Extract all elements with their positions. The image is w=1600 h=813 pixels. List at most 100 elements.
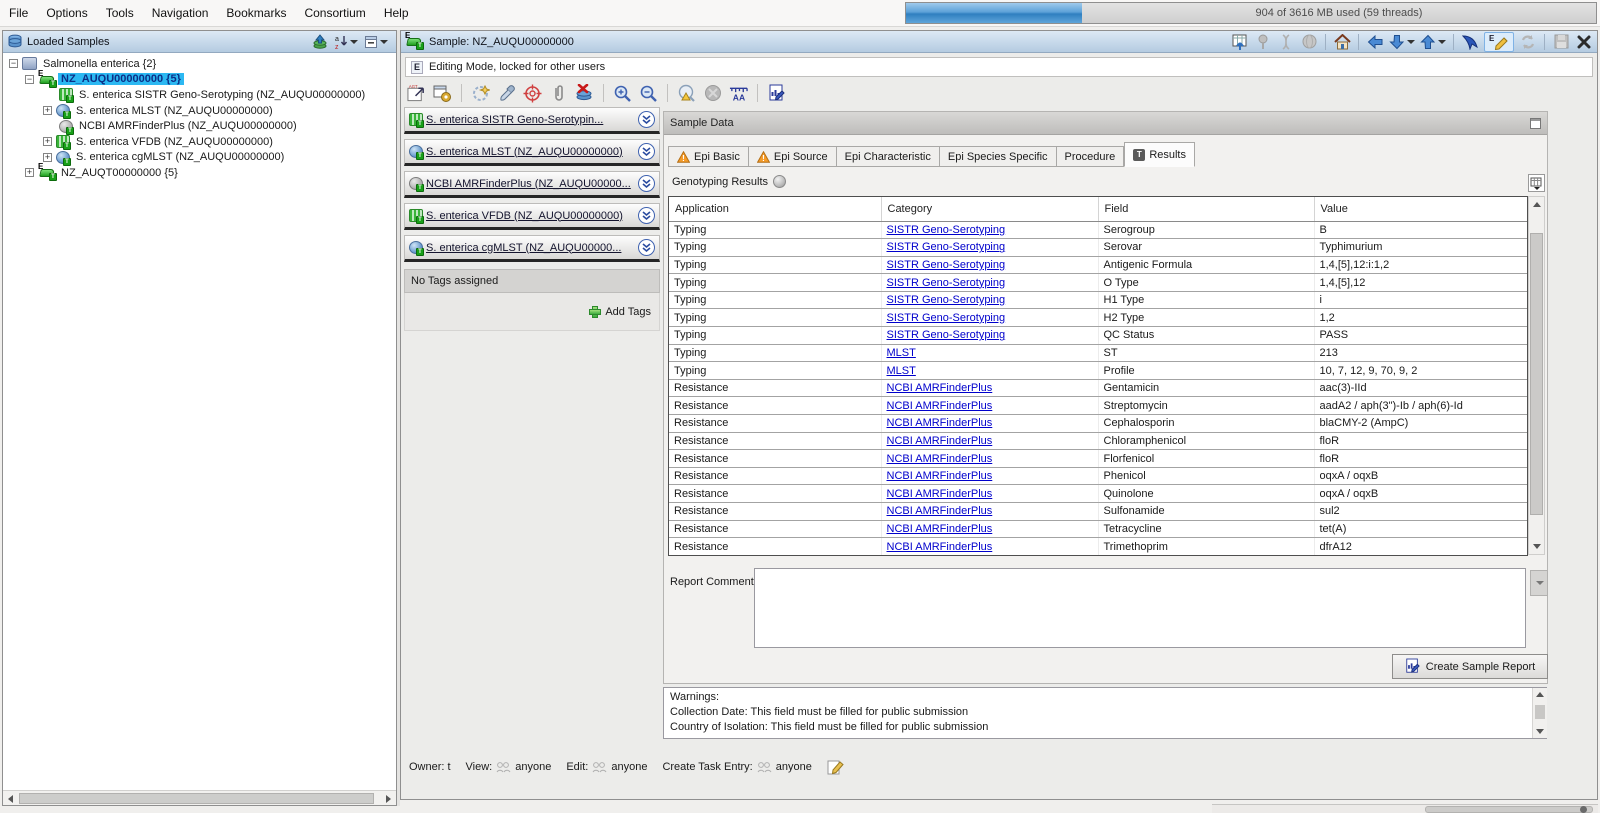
sort-button[interactable]: a z — [334, 34, 358, 50]
edit-permissions-icon[interactable] — [827, 759, 844, 775]
table-row[interactable]: ResistanceNCBI AMRFinderPlusQuinoloneoqx… — [669, 485, 1527, 503]
tree-item-cgmlst[interactable]: + T S. enterica cgMLST (NZ_AUQU00000000) — [3, 150, 396, 166]
expander-plus-icon[interactable]: + — [43, 153, 52, 162]
scrollbar-thumb[interactable] — [1425, 806, 1593, 813]
table-row[interactable]: TypingMLSTST213 — [669, 344, 1527, 362]
close-icon[interactable] — [1575, 33, 1593, 50]
task-entry-link[interactable]: S. enterica MLST (NZ_AUQU00000000) — [426, 146, 638, 158]
table-row[interactable]: TypingSISTR Geno-SerotypingAntigenic For… — [669, 256, 1527, 274]
recompute-icon[interactable] — [471, 84, 490, 103]
tab-procedure[interactable]: Procedure — [1057, 146, 1125, 167]
down-arrow-button[interactable] — [1389, 33, 1415, 50]
goto-icon[interactable] — [1461, 33, 1479, 50]
expand-task-button[interactable] — [638, 111, 655, 128]
menu-options[interactable]: Options — [37, 0, 96, 25]
expand-task-button[interactable] — [638, 207, 655, 224]
expander-plus-icon[interactable]: + — [25, 168, 34, 177]
export-sequences-icon[interactable]: AGT — [407, 84, 426, 103]
table-row[interactable]: ResistanceNCBI AMRFinderPlusTetracycline… — [669, 520, 1527, 538]
category-link[interactable]: NCBI AMRFinderPlus — [887, 382, 993, 394]
expander-plus-icon[interactable]: + — [43, 106, 52, 115]
scroll-up-icon[interactable] — [1533, 202, 1541, 207]
back-arrow-icon[interactable] — [1366, 33, 1384, 50]
table-row[interactable]: ResistanceNCBI AMRFinderPlusCephalospori… — [669, 415, 1527, 433]
left-horizontal-scrollbar[interactable] — [3, 790, 396, 805]
bottom-horizontal-scrollbar[interactable] — [1212, 804, 1598, 813]
edit-mode-button[interactable]: E — [1484, 32, 1514, 52]
tree-item-amrfinder[interactable]: T NCBI AMRFinderPlus (NZ_AUQU00000000) — [3, 118, 396, 134]
table-row[interactable]: TypingSISTR Geno-SerotypingH1 Typei — [669, 291, 1527, 309]
sphere-icon[interactable] — [1300, 33, 1318, 50]
search-warning-icon[interactable] — [677, 84, 696, 103]
table-view-icon[interactable] — [1231, 33, 1249, 50]
expand-task-button[interactable] — [638, 239, 655, 256]
table-row[interactable]: ResistanceNCBI AMRFinderPlusGentamicinaa… — [669, 379, 1527, 397]
category-link[interactable]: MLST — [887, 365, 916, 377]
report-comment-dropdown[interactable] — [1530, 570, 1548, 596]
expander-minus-icon[interactable]: − — [9, 59, 18, 68]
scroll-down-icon[interactable] — [1536, 729, 1544, 734]
tree-item-mlst[interactable]: + T S. enterica MLST (NZ_AUQU00000000) — [3, 103, 396, 119]
menu-bookmarks[interactable]: Bookmarks — [217, 0, 295, 25]
target-icon[interactable] — [523, 84, 542, 103]
tree-item-vfdb[interactable]: + T S. enterica VFDB (NZ_AUQU00000000) — [3, 134, 396, 150]
scroll-right-icon[interactable] — [386, 795, 391, 803]
up-arrow-button[interactable] — [1420, 33, 1446, 50]
category-link[interactable]: NCBI AMRFinderPlus — [887, 453, 993, 465]
tab-epi-source[interactable]: ! Epi Source — [749, 146, 837, 167]
table-row[interactable]: TypingSISTR Geno-SerotypingSerovarTyphim… — [669, 239, 1527, 257]
task-entry-link[interactable]: S. enterica cgMLST (NZ_AUQU00000... — [426, 242, 638, 254]
table-settings-icon[interactable] — [433, 84, 452, 103]
category-link[interactable]: SISTR Geno-Serotyping — [887, 259, 1006, 271]
category-link[interactable]: NCBI AMRFinderPlus — [887, 400, 993, 412]
category-link[interactable]: SISTR Geno-Serotyping — [887, 241, 1006, 253]
scroll-up-icon[interactable] — [1536, 692, 1544, 697]
menu-tools[interactable]: Tools — [97, 0, 143, 25]
col-field[interactable]: Field — [1098, 197, 1314, 221]
column-chooser-button[interactable] — [1528, 174, 1545, 192]
add-tags-button[interactable]: Add Tags — [589, 306, 651, 318]
warnings-scrollbar[interactable] — [1532, 688, 1547, 738]
ruler-aa-icon[interactable]: AA — [729, 84, 748, 103]
store-samples-icon[interactable] — [312, 34, 328, 50]
tab-results[interactable]: T Results — [1124, 142, 1195, 167]
tab-epi-species-specific[interactable]: Epi Species Specific — [940, 146, 1057, 167]
table-row[interactable]: TypingSISTR Geno-SerotypingSerogroupB — [669, 221, 1527, 239]
category-link[interactable]: SISTR Geno-Serotyping — [887, 329, 1006, 341]
col-application[interactable]: Application — [669, 197, 881, 221]
scrollbar-thumb[interactable] — [1530, 233, 1543, 515]
delete-sample-icon[interactable] — [575, 84, 594, 103]
category-link[interactable]: NCBI AMRFinderPlus — [887, 541, 993, 553]
refresh-icon[interactable] — [1519, 33, 1537, 50]
tree-item-sistr[interactable]: T S. enterica SISTR Geno-Serotyping (NZ_… — [3, 87, 396, 103]
tab-epi-characteristic[interactable]: Epi Characteristic — [837, 146, 940, 167]
expander-minus-icon[interactable]: − — [25, 75, 34, 84]
table-row[interactable]: TypingSISTR Geno-SerotypingO Type1,4,[5]… — [669, 274, 1527, 292]
category-link[interactable]: NCBI AMRFinderPlus — [887, 488, 993, 500]
table-row[interactable]: ResistanceNCBI AMRFinderPlusTrimethoprim… — [669, 538, 1527, 556]
col-value[interactable]: Value — [1314, 197, 1527, 221]
attachment-icon[interactable] — [549, 84, 568, 103]
scroll-left-icon[interactable] — [8, 795, 13, 803]
zoom-in-icon[interactable] — [613, 84, 632, 103]
tree-view-icon[interactable] — [1254, 33, 1272, 50]
save-icon[interactable] — [1552, 33, 1570, 50]
table-row[interactable]: TypingSISTR Geno-SerotypingH2 Type1,2 — [669, 309, 1527, 327]
table-row[interactable]: ResistanceNCBI AMRFinderPlusSulfonamides… — [669, 503, 1527, 521]
scrollbar-thumb[interactable] — [19, 793, 374, 804]
pipette-icon[interactable] — [497, 84, 516, 103]
scroll-down-icon[interactable] — [1533, 544, 1541, 549]
table-row[interactable]: ResistanceNCBI AMRFinderPlusFlorfenicolf… — [669, 450, 1527, 468]
menu-help[interactable]: Help — [375, 0, 418, 25]
disabled-search-icon[interactable] — [703, 84, 722, 103]
category-link[interactable]: NCBI AMRFinderPlus — [887, 435, 993, 447]
tree-item-species[interactable]: − Salmonella enterica {2} — [3, 56, 396, 72]
table-row[interactable]: ResistanceNCBI AMRFinderPlusStreptomycin… — [669, 397, 1527, 415]
task-entry-link[interactable]: S. enterica SISTR Geno-Serotypin... — [426, 114, 638, 126]
home-icon[interactable] — [1333, 33, 1351, 50]
table-row[interactable]: TypingSISTR Geno-SerotypingQC StatusPASS — [669, 327, 1527, 345]
menu-consortium[interactable]: Consortium — [295, 0, 374, 25]
category-link[interactable]: SISTR Geno-Serotyping — [887, 312, 1006, 324]
maximize-icon[interactable] — [1530, 118, 1541, 129]
create-sample-report-button[interactable]: Create Sample Report — [1392, 654, 1548, 679]
